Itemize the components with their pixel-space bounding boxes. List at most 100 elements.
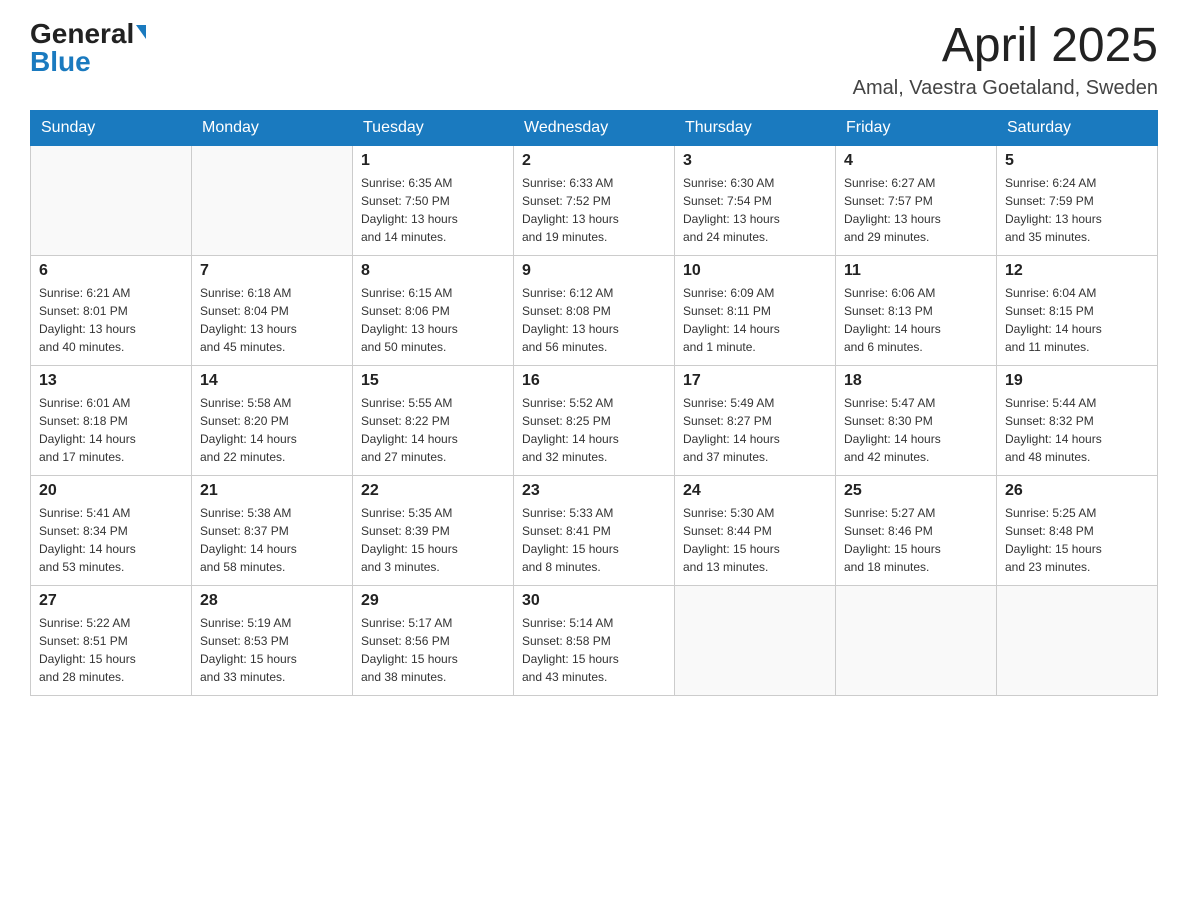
day-info: Sunrise: 5:47 AMSunset: 8:30 PMDaylight:…	[844, 394, 988, 466]
calendar-cell: 26 Sunrise: 5:25 AMSunset: 8:48 PMDayligh…	[997, 475, 1158, 585]
day-number: 9	[522, 262, 666, 280]
day-info: Sunrise: 5:38 AMSunset: 8:37 PMDaylight:…	[200, 504, 344, 576]
calendar-cell: 27 Sunrise: 5:22 AMSunset: 8:51 PMDayligh…	[31, 585, 192, 695]
calendar-cell: 28Sunrise: 5:19 AMSunset: 8:53 PMDayligh…	[192, 585, 353, 695]
month-year-title: April 2025	[853, 20, 1158, 73]
calendar-cell: 23 Sunrise: 5:33 AMSunset: 8:41 PMDayligh…	[514, 475, 675, 585]
day-number: 20	[39, 482, 183, 500]
day-info: Sunrise: 5:17 AMSunset: 8:56 PMDaylight:…	[361, 614, 505, 686]
day-info: Sunrise: 6:06 AMSunset: 8:13 PMDaylight:…	[844, 284, 988, 356]
day-number: 15	[361, 372, 505, 390]
calendar-cell: 9Sunrise: 6:12 AMSunset: 8:08 PMDaylight…	[514, 255, 675, 365]
calendar-day-header: Wednesday	[514, 110, 675, 145]
day-number: 11	[844, 262, 988, 280]
day-info: Sunrise: 5:52 AMSunset: 8:25 PMDaylight:…	[522, 394, 666, 466]
day-info: Sunrise: 5:44 AMSunset: 8:32 PMDaylight:…	[1005, 394, 1149, 466]
calendar-header-row: SundayMondayTuesdayWednesdayThursdayFrid…	[31, 110, 1158, 145]
calendar-day-header: Thursday	[675, 110, 836, 145]
calendar-cell: 13 Sunrise: 6:01 AMSunset: 8:18 PMDayligh…	[31, 365, 192, 475]
day-number: 21	[200, 482, 344, 500]
calendar-cell: 7Sunrise: 6:18 AMSunset: 8:04 PMDaylight…	[192, 255, 353, 365]
day-info: Sunrise: 5:58 AMSunset: 8:20 PMDaylight:…	[200, 394, 344, 466]
logo-arrow-icon	[136, 25, 146, 39]
calendar-week-row: 13 Sunrise: 6:01 AMSunset: 8:18 PMDayligh…	[31, 365, 1158, 475]
day-number: 26	[1005, 482, 1149, 500]
day-number: 4	[844, 152, 988, 170]
calendar-table: SundayMondayTuesdayWednesdayThursdayFrid…	[30, 110, 1158, 696]
day-info: Sunrise: 5:27 AMSunset: 8:46 PMDaylight:…	[844, 504, 988, 576]
calendar-week-row: 27 Sunrise: 5:22 AMSunset: 8:51 PMDayligh…	[31, 585, 1158, 695]
day-info: Sunrise: 5:41 AMSunset: 8:34 PMDaylight:…	[39, 504, 183, 576]
day-number: 29	[361, 592, 505, 610]
day-number: 18	[844, 372, 988, 390]
day-number: 14	[200, 372, 344, 390]
calendar-day-header: Tuesday	[353, 110, 514, 145]
calendar-cell: 12 Sunrise: 6:04 AMSunset: 8:15 PMDayligh…	[997, 255, 1158, 365]
calendar-cell	[675, 585, 836, 695]
day-number: 23	[522, 482, 666, 500]
logo-blue-text: Blue	[30, 48, 91, 76]
day-info: Sunrise: 6:35 AMSunset: 7:50 PMDaylight:…	[361, 174, 505, 246]
calendar-cell: 18 Sunrise: 5:47 AMSunset: 8:30 PMDayligh…	[836, 365, 997, 475]
day-number: 12	[1005, 262, 1149, 280]
calendar-cell: 3 Sunrise: 6:30 AMSunset: 7:54 PMDaylight…	[675, 145, 836, 255]
day-number: 2	[522, 152, 666, 170]
day-info: Sunrise: 6:01 AMSunset: 8:18 PMDaylight:…	[39, 394, 183, 466]
location-subtitle: Amal, Vaestra Goetaland, Sweden	[853, 77, 1158, 100]
calendar-cell: 8 Sunrise: 6:15 AMSunset: 8:06 PMDaylight…	[353, 255, 514, 365]
day-number: 19	[1005, 372, 1149, 390]
day-info: Sunrise: 5:30 AMSunset: 8:44 PMDaylight:…	[683, 504, 827, 576]
calendar-cell: 11 Sunrise: 6:06 AMSunset: 8:13 PMDayligh…	[836, 255, 997, 365]
day-info: Sunrise: 6:09 AMSunset: 8:11 PMDaylight:…	[683, 284, 827, 356]
day-number: 24	[683, 482, 827, 500]
logo-general-text: General	[30, 20, 134, 48]
calendar-day-header: Friday	[836, 110, 997, 145]
page-header: General Blue April 2025 Amal, Vaestra Go…	[30, 20, 1158, 100]
day-number: 7	[200, 262, 344, 280]
day-info: Sunrise: 6:15 AMSunset: 8:06 PMDaylight:…	[361, 284, 505, 356]
calendar-cell: 24 Sunrise: 5:30 AMSunset: 8:44 PMDayligh…	[675, 475, 836, 585]
calendar-cell: 2 Sunrise: 6:33 AMSunset: 7:52 PMDaylight…	[514, 145, 675, 255]
calendar-cell: 29 Sunrise: 5:17 AMSunset: 8:56 PMDayligh…	[353, 585, 514, 695]
calendar-cell: 5 Sunrise: 6:24 AMSunset: 7:59 PMDaylight…	[997, 145, 1158, 255]
calendar-cell: 14 Sunrise: 5:58 AMSunset: 8:20 PMDayligh…	[192, 365, 353, 475]
calendar-cell: 20 Sunrise: 5:41 AMSunset: 8:34 PMDayligh…	[31, 475, 192, 585]
calendar-day-header: Sunday	[31, 110, 192, 145]
day-number: 3	[683, 152, 827, 170]
day-info: Sunrise: 6:33 AMSunset: 7:52 PMDaylight:…	[522, 174, 666, 246]
day-number: 8	[361, 262, 505, 280]
calendar-cell: 10 Sunrise: 6:09 AMSunset: 8:11 PMDayligh…	[675, 255, 836, 365]
calendar-cell	[836, 585, 997, 695]
calendar-cell: 4Sunrise: 6:27 AMSunset: 7:57 PMDaylight…	[836, 145, 997, 255]
calendar-cell: 16 Sunrise: 5:52 AMSunset: 8:25 PMDayligh…	[514, 365, 675, 475]
day-info: Sunrise: 6:04 AMSunset: 8:15 PMDaylight:…	[1005, 284, 1149, 356]
calendar-cell: 25Sunrise: 5:27 AMSunset: 8:46 PMDayligh…	[836, 475, 997, 585]
day-number: 5	[1005, 152, 1149, 170]
day-info: Sunrise: 5:19 AMSunset: 8:53 PMDaylight:…	[200, 614, 344, 686]
calendar-cell: 15 Sunrise: 5:55 AMSunset: 8:22 PMDayligh…	[353, 365, 514, 475]
day-number: 16	[522, 372, 666, 390]
day-number: 1	[361, 152, 505, 170]
day-info: Sunrise: 5:22 AMSunset: 8:51 PMDaylight:…	[39, 614, 183, 686]
day-info: Sunrise: 5:33 AMSunset: 8:41 PMDaylight:…	[522, 504, 666, 576]
calendar-cell	[997, 585, 1158, 695]
calendar-week-row: 6Sunrise: 6:21 AMSunset: 8:01 PMDaylight…	[31, 255, 1158, 365]
day-number: 6	[39, 262, 183, 280]
calendar-day-header: Monday	[192, 110, 353, 145]
day-info: Sunrise: 5:35 AMSunset: 8:39 PMDaylight:…	[361, 504, 505, 576]
calendar-cell: 22Sunrise: 5:35 AMSunset: 8:39 PMDayligh…	[353, 475, 514, 585]
day-number: 27	[39, 592, 183, 610]
day-info: Sunrise: 6:30 AMSunset: 7:54 PMDaylight:…	[683, 174, 827, 246]
calendar-cell: 6Sunrise: 6:21 AMSunset: 8:01 PMDaylight…	[31, 255, 192, 365]
logo: General Blue	[30, 20, 146, 76]
day-number: 13	[39, 372, 183, 390]
day-info: Sunrise: 5:25 AMSunset: 8:48 PMDaylight:…	[1005, 504, 1149, 576]
day-number: 10	[683, 262, 827, 280]
calendar-cell	[192, 145, 353, 255]
day-info: Sunrise: 6:24 AMSunset: 7:59 PMDaylight:…	[1005, 174, 1149, 246]
day-info: Sunrise: 5:55 AMSunset: 8:22 PMDaylight:…	[361, 394, 505, 466]
day-number: 30	[522, 592, 666, 610]
calendar-cell: 30Sunrise: 5:14 AMSunset: 8:58 PMDayligh…	[514, 585, 675, 695]
calendar-cell: 19 Sunrise: 5:44 AMSunset: 8:32 PMDayligh…	[997, 365, 1158, 475]
calendar-cell: 1 Sunrise: 6:35 AMSunset: 7:50 PMDaylight…	[353, 145, 514, 255]
